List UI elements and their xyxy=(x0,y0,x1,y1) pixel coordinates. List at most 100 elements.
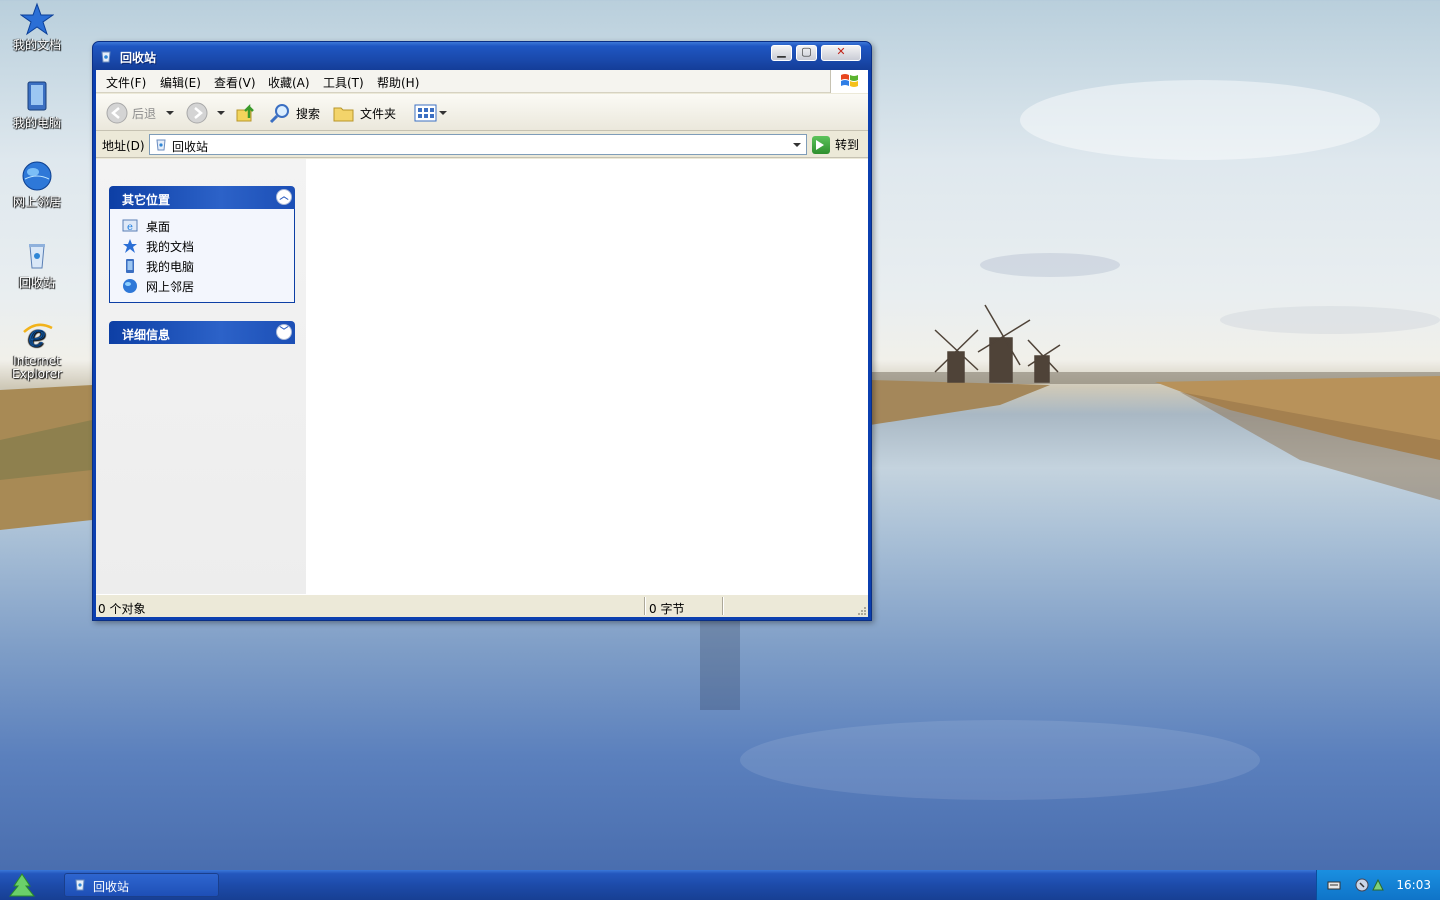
taskbar-button-label: 回收站 xyxy=(93,880,130,894)
computer-icon xyxy=(126,259,134,273)
desktop-icon-network[interactable]: 网上邻居 xyxy=(6,159,68,209)
details-title: 详细信息 xyxy=(122,328,171,342)
menu-bar: 文件(F) 编辑(E) 查看(V) 收藏(A) 工具(T) 帮助(H) xyxy=(96,70,868,93)
place-link-network[interactable]: 网上邻居 xyxy=(122,276,294,296)
desktop-icon-label: Internet Explorer xyxy=(12,354,62,381)
desktop-icon-label: 我的电脑 xyxy=(12,116,61,130)
back-label: 后退 xyxy=(132,106,157,121)
recycle-bin-icon xyxy=(101,51,111,63)
start-leaf-icon xyxy=(8,873,36,897)
address-bar: 地址(D) 回收站 转到 xyxy=(96,132,868,158)
place-link-label: 桌面 xyxy=(146,219,171,234)
recycle-bin-icon xyxy=(29,244,45,269)
status-divider xyxy=(644,597,646,615)
other-places-body: e 桌面 我的文档 我的电脑 网上邻居 xyxy=(109,209,295,303)
back-button[interactable]: 后退 xyxy=(106,101,175,125)
status-bar: 0 个对象 0 字节 xyxy=(96,594,868,617)
address-dropdown-button[interactable] xyxy=(789,135,806,154)
status-object-count: 0 个对象 xyxy=(98,602,146,616)
task-pane: 其它位置 ︿ e 桌面 我的文档 我的电脑 网上邻居 详细信息 ﹀ xyxy=(96,159,306,594)
system-tray: 16:03 xyxy=(1316,870,1440,900)
place-link-desktop[interactable]: e 桌面 xyxy=(122,216,294,236)
menu-edit[interactable]: 编辑(E) xyxy=(160,74,201,91)
back-arrow-icon xyxy=(106,102,128,124)
maximize-button[interactable]: ▢ xyxy=(796,45,817,61)
close-button[interactable]: ✕ xyxy=(821,45,861,61)
menu-file[interactable]: 文件(F) xyxy=(106,74,146,91)
other-places-group: 其它位置 ︿ e 桌面 我的文档 我的电脑 网上邻居 xyxy=(109,186,295,303)
desktop-icon-label: 回收站 xyxy=(18,276,55,290)
taskbar-button-recycle-bin[interactable]: 回收站 xyxy=(64,873,219,897)
folders-button[interactable]: 文件夹 xyxy=(332,101,396,125)
chevron-down-icon[interactable] xyxy=(166,111,175,115)
status-size: 0 字节 xyxy=(649,602,685,616)
computer-icon xyxy=(27,81,47,111)
windows-flag-logo xyxy=(830,70,868,93)
search-label: 搜索 xyxy=(296,106,321,121)
go-label: 转到 xyxy=(835,138,860,152)
desktop-icon-my-computer[interactable]: 我的电脑 xyxy=(6,80,68,130)
place-link-label: 我的电脑 xyxy=(146,259,195,274)
view-thumbnails-icon xyxy=(414,104,437,122)
menu-view[interactable]: 查看(V) xyxy=(214,74,256,91)
forward-arrow-icon xyxy=(186,102,208,124)
internet-explorer-icon: e xyxy=(23,319,53,352)
menu-help[interactable]: 帮助(H) xyxy=(377,74,419,91)
menu-tools[interactable]: 工具(T) xyxy=(323,74,364,91)
network-status-icon[interactable] xyxy=(1371,878,1385,892)
expand-chevron-down-icon[interactable]: ﹀ xyxy=(276,324,292,340)
network-globe-icon xyxy=(22,161,52,191)
maximize-icon: ▢ xyxy=(801,45,812,58)
views-button[interactable] xyxy=(414,101,447,125)
place-link-label: 网上邻居 xyxy=(146,279,195,294)
desktop-icon-label: 我的文档 xyxy=(12,38,61,52)
forward-button[interactable] xyxy=(186,101,225,125)
other-places-title: 其它位置 xyxy=(122,193,171,207)
minimize-button[interactable]: ▁ xyxy=(771,45,792,61)
folder-icon xyxy=(333,107,354,122)
details-group: 详细信息 ﹀ xyxy=(109,321,295,344)
keyboard-icon[interactable] xyxy=(1327,878,1341,892)
clock[interactable]: 16:03 xyxy=(1396,878,1431,892)
chevron-down-icon[interactable] xyxy=(217,111,225,115)
start-button[interactable] xyxy=(4,872,40,898)
windows-flag-icon xyxy=(841,74,858,87)
address-label: 地址(D) xyxy=(102,139,145,153)
place-link-my-documents[interactable]: 我的文档 xyxy=(122,236,294,256)
window-titlebar[interactable]: 回收站 ▁ ▢ ✕ xyxy=(93,42,871,70)
place-link-my-computer[interactable]: 我的电脑 xyxy=(122,256,294,276)
go-button[interactable]: 转到 xyxy=(812,134,859,155)
desktop-icon-my-documents[interactable]: 我的文档 xyxy=(6,2,68,52)
file-list-area[interactable] xyxy=(306,159,868,594)
resize-grip-icon[interactable] xyxy=(856,605,866,615)
place-link-label: 我的文档 xyxy=(146,239,195,254)
desktop-icon-recycle-bin[interactable]: 回收站 xyxy=(6,240,68,290)
star-documents-icon xyxy=(123,239,137,253)
minimize-icon: ▁ xyxy=(777,45,786,58)
other-places-header[interactable]: 其它位置 ︿ xyxy=(109,186,295,209)
go-arrow-icon xyxy=(812,135,830,154)
details-header[interactable]: 详细信息 ﹀ xyxy=(109,321,295,344)
folders-label: 文件夹 xyxy=(360,106,397,121)
chevron-down-icon[interactable] xyxy=(439,111,447,115)
window-client: 文件(F) 编辑(E) 查看(V) 收藏(A) 工具(T) 帮助(H) 后退 搜… xyxy=(96,70,868,617)
collapse-chevron-up-icon[interactable]: ︿ xyxy=(276,189,292,205)
address-input[interactable]: 回收站 xyxy=(149,134,807,155)
recycle-bin-window: 回收站 ▁ ▢ ✕ 文件(F) 编辑(E) 查看(V) 收藏(A) 工具(T) … xyxy=(92,41,872,621)
window-title: 回收站 xyxy=(120,51,157,65)
menu-favorites[interactable]: 收藏(A) xyxy=(268,74,310,91)
folder-up-icon xyxy=(236,103,254,122)
address-value: 回收站 xyxy=(172,140,209,154)
search-button[interactable]: 搜索 xyxy=(268,101,320,125)
svg-text:e: e xyxy=(127,222,133,233)
search-icon xyxy=(269,104,289,124)
volume-icon[interactable] xyxy=(1355,878,1369,892)
chevron-down-icon xyxy=(793,143,801,147)
up-folder-button[interactable] xyxy=(235,101,257,125)
standard-toolbar: 后退 搜索 文件夹 xyxy=(96,94,868,131)
desktop-icon: e xyxy=(122,219,138,233)
close-icon: ✕ xyxy=(836,45,846,58)
status-divider xyxy=(722,597,724,615)
recycle-bin-icon xyxy=(75,879,85,891)
desktop-icon-internet-explorer[interactable]: e Internet Explorer xyxy=(6,318,68,381)
